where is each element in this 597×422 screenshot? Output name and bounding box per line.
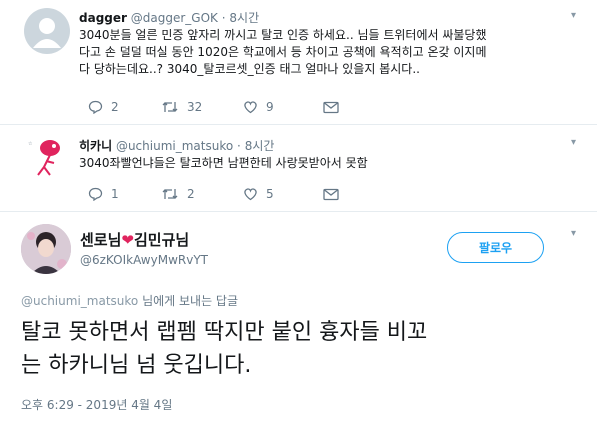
tweet-text: 3040분들 얼른 민증 앞자리 까시고 탈코 인증 하세요.. 님들 트위터에… [79, 28, 487, 76]
retweet-count: 2 [187, 187, 195, 201]
mail-icon [323, 188, 339, 200]
tweet-actions: 2 32 9 [88, 100, 339, 114]
retweet-icon [162, 102, 178, 112]
tweet-actions: 1 2 5 [88, 187, 339, 201]
reply-icon [88, 187, 103, 201]
follow-button[interactable]: 팔로우 [447, 232, 544, 263]
author-name[interactable]: 히카니 [79, 139, 112, 153]
author-name[interactable]: 센로님❤김민규님 [80, 229, 189, 250]
reply-button[interactable]: 2 [88, 100, 161, 114]
heart-icon [244, 188, 257, 201]
reply-icon [88, 100, 103, 114]
like-button[interactable]: 9 [243, 100, 323, 114]
like-button[interactable]: 5 [243, 187, 323, 201]
author-handle[interactable]: @uchiumi_matsuko [116, 139, 233, 153]
author-name[interactable]: dagger [79, 11, 127, 25]
separator-dot: · [221, 11, 226, 25]
chevron-down-icon[interactable]: ▾ [571, 10, 576, 21]
tweet-text: 탈코 못하면서 랩펨 딱지만 붙인 흉자들 비꼬 는 하카니님 넘 웃깁니다. [21, 320, 428, 378]
reply-count: 1 [111, 187, 119, 201]
reply-to-link[interactable]: @uchiumi_matsuko [21, 294, 138, 308]
reply-context: @uchiumi_matsuko 님에게 보내는 답글 [21, 294, 239, 308]
retweet-button[interactable]: 32 [161, 100, 243, 114]
like-count: 5 [266, 187, 274, 201]
retweet-button[interactable]: 2 [161, 187, 243, 201]
divider [0, 211, 597, 212]
heart-icon [244, 101, 257, 114]
like-count: 9 [266, 100, 274, 114]
reply-count: 2 [111, 100, 119, 114]
tweet-2[interactable]: ☆ 히카니 @uchiumi_matsuko · 8시간 ▾ 3040좌빨언냐들… [0, 125, 597, 211]
tweet-text: 3040좌빨언냐들은 탈코하면 남편한테 사랑못받아서 못함 [79, 156, 368, 170]
mail-icon [323, 101, 339, 113]
retweet-icon [162, 189, 178, 199]
reply-button[interactable]: 1 [88, 187, 161, 201]
tweet-time[interactable]: 8시간 [245, 139, 275, 153]
tweet-1[interactable]: dagger @dagger_GOK · 8시간 ▾ 3040분들 얼른 민증 … [0, 0, 597, 124]
default-profile-icon[interactable] [24, 8, 70, 54]
chevron-down-icon[interactable]: ▾ [571, 137, 576, 148]
avatar[interactable] [21, 224, 71, 274]
author-handle[interactable]: @6zKOIkAwyMwRvYT [80, 253, 208, 267]
chevron-down-icon[interactable]: ▾ [571, 228, 576, 239]
dm-button[interactable] [323, 188, 339, 201]
dm-button[interactable] [323, 101, 339, 114]
author-handle[interactable]: @dagger_GOK [131, 11, 218, 25]
red-character-icon[interactable]: ☆ [24, 133, 70, 179]
heart-emoji-icon: ❤ [121, 231, 134, 249]
timestamp[interactable]: 오후 6:29 - 2019년 4월 4일 [21, 396, 172, 413]
svg-text:☆: ☆ [28, 141, 33, 147]
separator-dot: · [237, 139, 241, 153]
tweet-time[interactable]: 8시간 [229, 11, 259, 25]
retweet-count: 32 [187, 100, 203, 114]
